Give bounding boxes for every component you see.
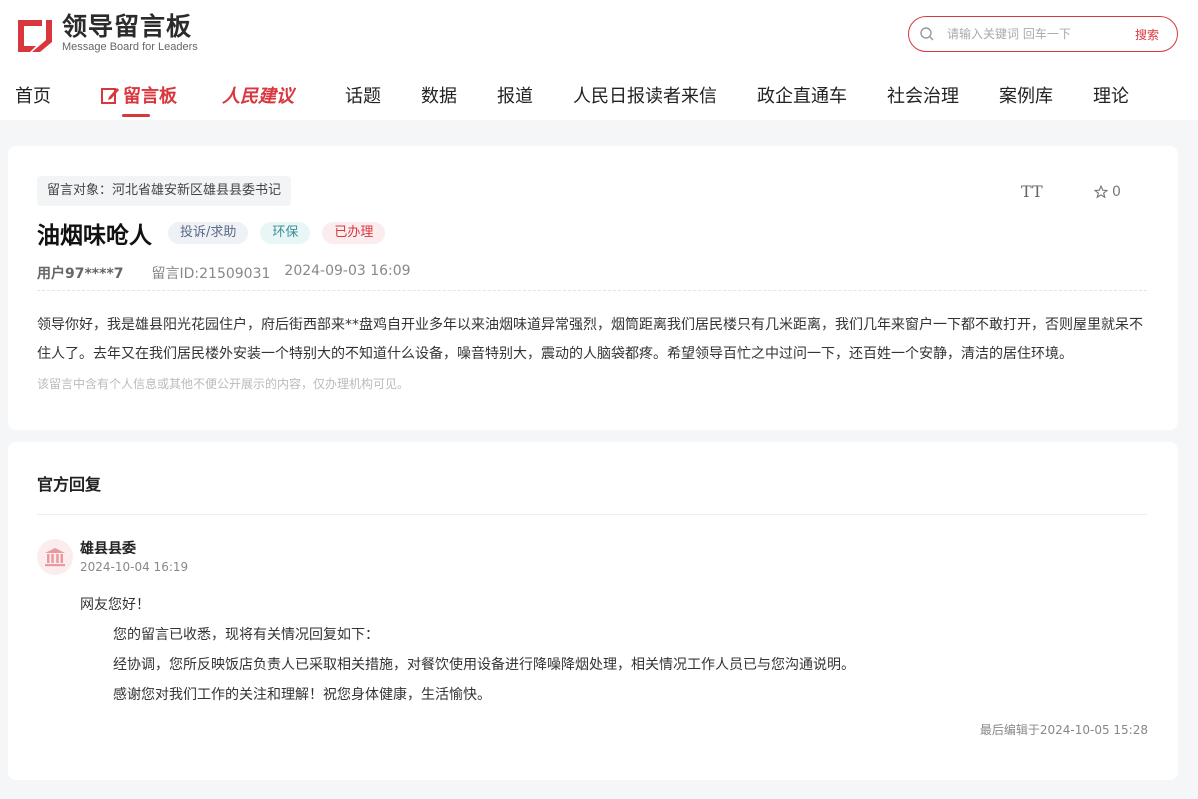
nav-reports[interactable]: 报道: [497, 82, 533, 108]
reply-org: 雄县县委: [80, 541, 136, 557]
nav-enterprise[interactable]: 政企直通车: [757, 82, 847, 108]
font-size-icon[interactable]: TT: [1021, 182, 1043, 201]
nav-governance[interactable]: 社会治理: [887, 82, 959, 108]
message-target: 留言对象：河北省雄安新区雄县县委书记: [37, 176, 292, 206]
nav-home[interactable]: 首页: [15, 82, 51, 108]
reply-greeting: 网友您好！: [80, 597, 150, 613]
message-meta: 用户97****7 留言ID:21509031 2024-09-03 16:09: [37, 263, 411, 283]
message-title: 油烟味呛人: [37, 223, 152, 249]
nav-cases[interactable]: 案例库: [999, 82, 1053, 108]
search-icon: [919, 26, 935, 42]
search-input[interactable]: [947, 27, 1117, 41]
main-nav: 首页 留言板 人民建议 话题 数据 报道 人民日报读者来信 政企直通车 社会治理…: [0, 70, 1198, 120]
reply-line: 您的留言已收悉，现将有关情况回复如下：: [113, 627, 379, 643]
search-box: 搜索: [908, 16, 1178, 52]
search-button[interactable]: 搜索: [1135, 26, 1159, 43]
logo-mark-icon: [14, 12, 56, 54]
message-body: 领导你好，我是雄县阳光花园住户，府后街西部来**盘鸡自开业多年以来油烟味道异常强…: [37, 317, 1143, 362]
logo[interactable]: 领导留言板 Message Board for Leaders: [14, 12, 198, 54]
message-time: 2024-09-03 16:09: [284, 263, 411, 279]
favorite-button[interactable]: 0: [1094, 184, 1121, 200]
nav-reader-letters[interactable]: 人民日报读者来信: [573, 82, 717, 108]
nav-people-suggestion[interactable]: 人民建议: [222, 82, 294, 108]
nav-topics[interactable]: 话题: [345, 82, 381, 108]
nav-data[interactable]: 数据: [421, 82, 457, 108]
reply-line: 经协调，您所反映饭店负责人已采取相关措施，对餐饮使用设备进行降噪降烟处理，相关情…: [113, 657, 855, 673]
tag-type: 投诉/求助: [168, 222, 249, 244]
nav-message-board-label: 留言板: [123, 86, 177, 107]
message-card: 留言对象：河北省雄安新区雄县县委书记 TT 0 油烟味呛人 投诉/求助 环保 已…: [8, 146, 1178, 430]
edit-icon: [101, 88, 119, 104]
nav-theory[interactable]: 理论: [1093, 82, 1129, 108]
reply-time: 2024-10-04 16:19: [80, 560, 189, 574]
header: 领导留言板 Message Board for Leaders 搜索 首页 留言…: [0, 0, 1198, 120]
tag-field: 环保: [260, 222, 311, 244]
privacy-note: 该留言中含有个人信息或其他不便公开展示的内容，仅办理机构可见。: [37, 377, 410, 391]
star-icon: [1094, 185, 1108, 199]
reply-body: 网友您好！ 您的留言已收悉，现将有关情况回复如下： 经协调，您所反映饭店负责人已…: [80, 590, 855, 710]
government-building-icon: [37, 539, 73, 575]
reply-card: 官方回复 雄县县委 2024-10-04 16:19 网友您好！ 您的留言已收悉…: [8, 442, 1178, 780]
logo-subtitle: Message Board for Leaders: [62, 40, 198, 53]
favorite-count: 0: [1112, 184, 1121, 200]
nav-active-indicator: [122, 114, 150, 117]
last-edited: 最后编辑于2024-10-05 15:28: [979, 723, 1148, 737]
message-id: 留言ID:21509031: [151, 266, 271, 282]
tag-status: 已办理: [322, 222, 386, 244]
divider: [37, 514, 1147, 515]
reply-section-title: 官方回复: [37, 475, 102, 494]
message-user: 用户97****7: [37, 266, 124, 282]
divider: [37, 290, 1147, 291]
logo-title: 领导留言板: [62, 11, 193, 41]
reply-line: 感谢您对我们工作的关注和理解！祝您身体健康，生活愉快。: [113, 687, 491, 703]
nav-message-board[interactable]: 留言板: [100, 82, 177, 108]
title-row: 油烟味呛人 投诉/求助 环保 已办理: [37, 216, 397, 250]
